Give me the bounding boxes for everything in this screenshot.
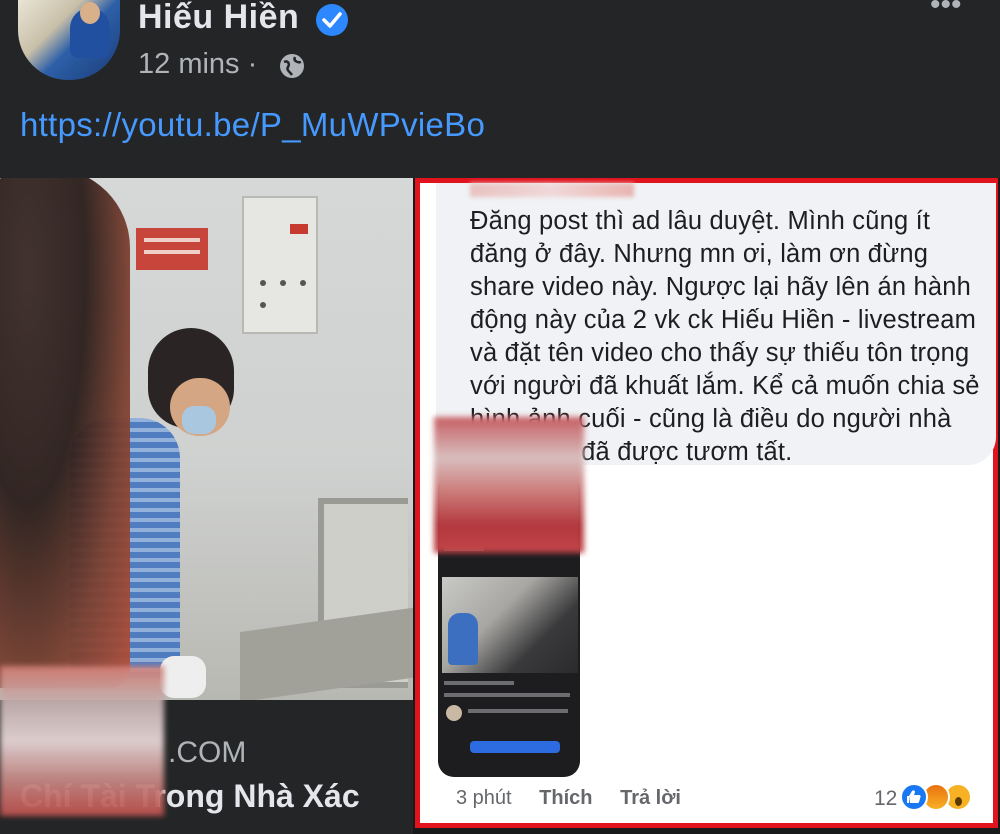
phone-line — [444, 681, 514, 685]
avatar-face — [80, 2, 100, 24]
globe-icon — [278, 52, 306, 80]
video-thumbnail[interactable] — [0, 178, 413, 703]
reaction-summary[interactable] — [900, 783, 980, 813]
blurred-region — [0, 666, 164, 816]
author-name[interactable]: Hiếu Hiền — [138, 0, 299, 37]
post-header: Hiếu Hiền 12 mins · ••• https://youtu.be… — [0, 0, 1000, 178]
highlighted-comment-screenshot: Đăng post thì ad lâu duyệt. Mình cũng ít… — [415, 178, 998, 828]
reply-button[interactable]: Trả lời — [620, 787, 681, 809]
verified-badge-icon — [316, 4, 348, 36]
author-avatar[interactable] — [18, 0, 120, 80]
link-domain: .COM — [168, 736, 247, 769]
like-button[interactable]: Thích — [539, 787, 592, 809]
phone-line — [444, 693, 570, 697]
worker-mask — [182, 406, 216, 434]
phone-line — [468, 709, 568, 713]
comment-time: 3 phút — [456, 787, 512, 809]
phone-button — [470, 741, 560, 753]
reaction-count[interactable]: 12 — [874, 787, 897, 811]
phone-person — [448, 613, 478, 665]
wall-sign — [136, 228, 208, 270]
comment-actions: 3 phút Thích Trả lời — [456, 787, 756, 810]
more-options-icon[interactable]: ••• — [930, 0, 974, 20]
foreground-figure — [0, 178, 130, 688]
post-link[interactable]: https://youtu.be/P_MuWPvieBo — [20, 106, 485, 144]
electric-box — [242, 196, 318, 334]
phone-avatar — [446, 705, 462, 721]
like-reaction-icon — [900, 783, 928, 811]
worker-glove — [160, 656, 206, 698]
video-link-preview[interactable]: .COM Chí Tài Trong Nhà Xác — [0, 178, 413, 834]
blurred-region — [434, 417, 584, 553]
post-timestamp[interactable]: 12 mins · — [138, 48, 257, 81]
blurred-commenter-name — [470, 183, 634, 197]
